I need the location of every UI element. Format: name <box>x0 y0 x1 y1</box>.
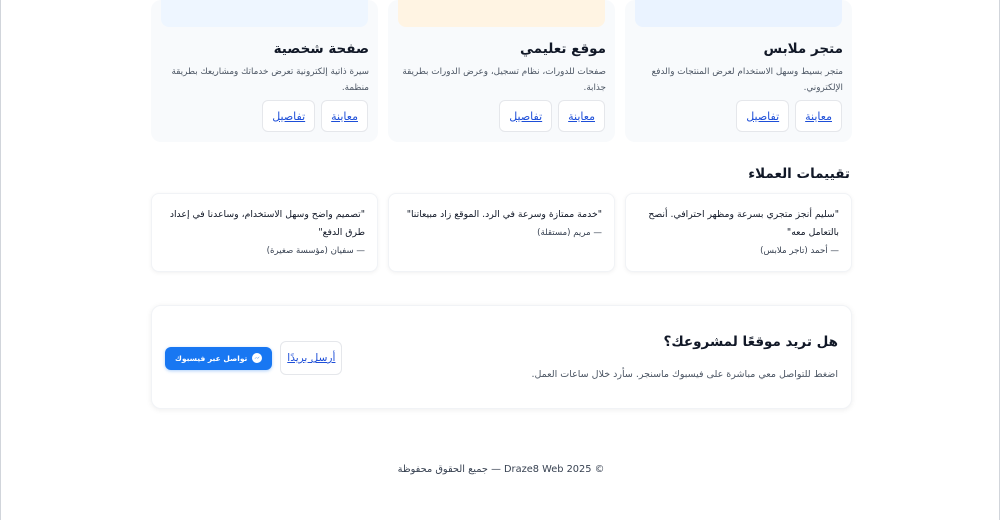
cta-text: اضغط للتواصل معي مباشرة على فيسبوك ماسنج… <box>531 369 838 380</box>
review-author: — سفيان (مؤسسة صغيرة) <box>266 246 365 256</box>
project-thumbnail <box>398 0 605 27</box>
details-button[interactable]: تفاصيل <box>736 100 790 132</box>
review-card: "تصميم واضح وسهل الاستخدام، وساعدنا في إ… <box>151 193 378 272</box>
reviews-heading: تقييمات العملاء <box>748 166 850 182</box>
project-thumbnail <box>161 0 368 27</box>
project-thumbnail <box>635 0 842 27</box>
project-card-clothing-store: متجر ملابس متجر بسيط وسهل الاستخدام لعرض… <box>625 0 852 142</box>
review-quote: "خدمة ممتازة وسرعة في الرد. الموقع زاد م… <box>406 209 602 220</box>
preview-button[interactable]: معاينة <box>558 100 605 132</box>
project-title: صفحة شخصية <box>273 41 369 57</box>
review-card: "سليم أنجز متجري بسرعة ومظهر احترافي. أن… <box>625 193 852 272</box>
messenger-contact-button[interactable]: تواصل عبر فيسبوك <box>165 346 273 370</box>
project-description: صفحات للدورات، نظام تسجيل، وعرض الدورات … <box>402 67 606 93</box>
footer-copyright: © 2025 Draze8 Web — جميع الحقوق محفوظة <box>397 464 605 475</box>
page: متجر ملابس متجر بسيط وسهل الاستخدام لعرض… <box>0 0 1000 520</box>
project-actions: معاينة تفاصيل <box>736 100 842 132</box>
review-card: "خدمة ممتازة وسرعة في الرد. الموقع زاد م… <box>388 193 615 272</box>
projects-grid: متجر ملابس متجر بسيط وسهل الاستخدام لعرض… <box>151 0 852 142</box>
review-quote: "تصميم واضح وسهل الاستخدام، وساعدنا في إ… <box>169 209 365 238</box>
details-button[interactable]: تفاصيل <box>262 100 316 132</box>
project-card-educational-site: موقع تعليمي صفحات للدورات، نظام تسجيل، و… <box>388 0 615 142</box>
contact-cta: هل تريد موقعًا لمشروعك؟ اضغط للتواصل معي… <box>151 305 852 409</box>
project-actions: معاينة تفاصيل <box>262 100 368 132</box>
send-email-button[interactable]: أرسل بريدًا <box>280 341 343 375</box>
project-title: موقع تعليمي <box>519 41 606 57</box>
cta-title: هل تريد موقعًا لمشروعك؟ <box>663 334 838 350</box>
review-author: — أحمد (تاجر ملابس) <box>760 246 839 256</box>
messenger-icon <box>252 353 263 363</box>
project-description: سيرة ذاتية إلكترونية تعرض خدماتك ومشاريع… <box>171 67 369 93</box>
messenger-button-label: تواصل عبر فيسبوك <box>175 353 248 363</box>
reviews-list: "سليم أنجز متجري بسرعة ومظهر احترافي. أن… <box>151 193 852 272</box>
review-quote: "سليم أنجز متجري بسرعة ومظهر احترافي. أن… <box>648 209 839 238</box>
review-author: — مريم (مستقلة) <box>537 228 602 238</box>
project-description: متجر بسيط وسهل الاستخدام لعرض المنتجات و… <box>651 67 843 93</box>
project-title: متجر ملابس <box>763 41 843 57</box>
details-button[interactable]: تفاصيل <box>499 100 553 132</box>
preview-button[interactable]: معاينة <box>321 100 368 132</box>
preview-button[interactable]: معاينة <box>795 100 842 132</box>
cta-actions: تواصل عبر فيسبوك أرسل بريدًا <box>165 341 343 375</box>
project-card-personal-page: صفحة شخصية سيرة ذاتية إلكترونية تعرض خدم… <box>151 0 378 142</box>
project-actions: معاينة تفاصيل <box>499 100 605 132</box>
